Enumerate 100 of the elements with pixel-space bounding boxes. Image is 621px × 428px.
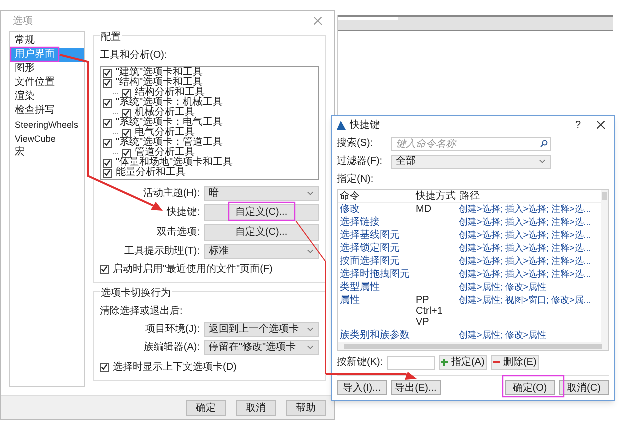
assign-button[interactable]: 指定(A) (439, 355, 488, 370)
table-cell-text: 创建>选择; 插入>选择; 注释>选... (458, 230, 592, 241)
tree-item-label[interactable]: 能量分析和工具 (116, 168, 186, 178)
tree-item-label[interactable]: "结构"选项卡和工具 (116, 78, 204, 88)
field-label: 快捷键: (166, 206, 200, 220)
field-label: 搜索(S): (337, 136, 374, 151)
sidebar-item[interactable]: ViewCube (10, 132, 84, 146)
window-title: 选项 (13, 14, 33, 28)
sidebar-item[interactable]: 检查拼写 (10, 104, 84, 118)
dialog-button[interactable]: 导入(I)... (337, 380, 387, 395)
table-cell-text: 创建>选择; 插入>选择; 注释>选... (458, 269, 592, 280)
dropdown[interactable]: 标准 (204, 244, 319, 259)
table-cell-text: 修改 (339, 204, 361, 215)
dropdown[interactable]: 暗 (204, 186, 319, 201)
close-icon[interactable] (597, 121, 605, 129)
table-cell-text: 选择锁定图元 (339, 243, 401, 254)
tree-item-label[interactable]: "建筑"选项卡和工具 (116, 68, 204, 78)
checkbox-label: 选择时显示上下文选项卡(D) (113, 360, 237, 375)
sidebar-item[interactable]: SteeringWheels (10, 118, 84, 132)
help-button[interactable]: ? (567, 118, 589, 132)
app-icon (337, 120, 346, 130)
highlight-frame (502, 375, 565, 398)
dropdown-value: 停留在"修改"选项卡 (209, 340, 296, 355)
tree-item-label[interactable]: "系统"选项卡：电气工具 (116, 118, 224, 128)
table-cell-text: 创建>属性; 修改>属性 (458, 282, 548, 293)
customize-button[interactable]: 自定义(C)... (204, 224, 319, 241)
checkbox[interactable] (122, 108, 131, 118)
checkbox[interactable] (100, 363, 109, 372)
table-cell-text: 创建>选择; 插入>选择; 注释>选... (458, 243, 592, 254)
table-cell-text: MD (416, 204, 433, 215)
tree-item-label[interactable]: 电气分析工具 (135, 128, 195, 138)
caret-icon (539, 159, 546, 164)
dropdown[interactable]: 停留在"修改"选项卡 (204, 340, 319, 355)
checkbox[interactable] (122, 128, 131, 138)
table-cell-text: VP (416, 317, 430, 328)
dialog-button[interactable]: 导出(E)... (391, 380, 441, 395)
field-label: 活动主题(H): (142, 186, 200, 201)
field-label: 工具提示助理(T): (123, 244, 200, 259)
sidebar-item[interactable]: 图形 (10, 62, 84, 76)
caret-icon (307, 249, 314, 254)
table-cell-text: 属性 (339, 295, 361, 306)
vertical-scrollbar[interactable] (601, 190, 608, 342)
field-label: 工具和分析(O): (100, 48, 168, 63)
dropdown-value: 暗 (209, 186, 219, 201)
table-cell-text: 选择链接 (339, 217, 381, 228)
tree-item-label[interactable]: "体量和场地"选项卡和工具 (116, 158, 234, 168)
checkbox[interactable] (103, 138, 112, 148)
column-header[interactable]: 命令 (338, 188, 414, 204)
tree-item-label[interactable]: "系统"选项卡：机械工具 (116, 98, 224, 108)
field-label: 项目环境(J): (144, 322, 200, 337)
checkbox[interactable] (103, 78, 112, 88)
dialog-button[interactable]: 确定 (186, 400, 226, 416)
table-cell-text: 创建>选择; 插入>选择; 注释>选... (458, 256, 592, 267)
tree-item-label[interactable]: "系统"选项卡：管道工具 (116, 138, 224, 148)
dropdown-value: 全部 (396, 154, 416, 169)
new-key-field[interactable] (387, 356, 436, 370)
table-cell-text: 按面选择图元 (339, 256, 401, 267)
search-field[interactable]: 键入命令名称 (391, 137, 551, 151)
checkbox[interactable] (103, 118, 112, 128)
table-cell-text: 类型属性 (339, 282, 381, 293)
tree-item-label[interactable]: 结构分析和工具 (135, 88, 205, 98)
table-cell-text: 创建>属性; 修改>属性 (458, 330, 548, 341)
dialog-button[interactable]: 取消 (236, 400, 276, 416)
sidebar-item[interactable]: 文件位置 (10, 76, 84, 90)
table-cell-text: 创建>属性; 视图>窗口; 修改>属... (458, 295, 592, 306)
highlight-frame (228, 202, 296, 222)
group-title: 选项卡切换行为 (100, 286, 172, 301)
sidebar-item[interactable]: 渲染 (10, 90, 84, 104)
column-header[interactable]: 快捷方式 (414, 188, 458, 204)
sidebar-item[interactable]: 常规 (10, 34, 84, 48)
horizontal-scrollbar[interactable] (338, 342, 608, 350)
minus-icon (493, 361, 500, 364)
checkbox[interactable] (122, 148, 131, 158)
checkbox[interactable] (103, 98, 112, 108)
window-title: 快捷键 (350, 118, 381, 132)
column-header[interactable]: 路径 (458, 188, 601, 204)
dropdown[interactable]: 返回到上一个选项卡 (204, 322, 319, 337)
table-cell-text: 族类别和族参数 (339, 330, 411, 341)
dialog-button[interactable]: 取消(C) (559, 380, 609, 395)
table-cell-text: 选择基线图元 (339, 230, 401, 241)
checkbox[interactable] (103, 158, 112, 168)
dialog-button[interactable]: 帮助 (286, 400, 326, 416)
tree-item-label[interactable]: 管道分析工具 (135, 148, 195, 158)
search-icon (540, 140, 548, 148)
field-label: 双击选项: (156, 226, 200, 240)
table-cell-text: 选择时拖拽图元 (339, 269, 411, 280)
sidebar-item[interactable]: 宏 (10, 146, 84, 160)
table-cell-text: Ctrl+1 (416, 306, 444, 317)
remove-button[interactable]: 删除(E) (491, 355, 540, 370)
checkbox[interactable] (100, 265, 109, 274)
filter-dropdown[interactable]: 全部 (391, 154, 551, 168)
caret-icon (307, 327, 314, 332)
customize-button[interactable]: 自定义(C)... (204, 204, 319, 221)
table-cell-text: 创建>选择; 插入>选择; 注释>选... (458, 217, 592, 228)
tree-item-label[interactable]: 机械分析工具 (135, 108, 195, 118)
checkbox[interactable] (103, 168, 112, 178)
dialog-button[interactable]: 确定(O) (505, 380, 555, 395)
checkbox[interactable] (122, 88, 131, 98)
field-label: 族编辑器(A): (142, 340, 200, 355)
checkbox[interactable] (103, 68, 112, 78)
